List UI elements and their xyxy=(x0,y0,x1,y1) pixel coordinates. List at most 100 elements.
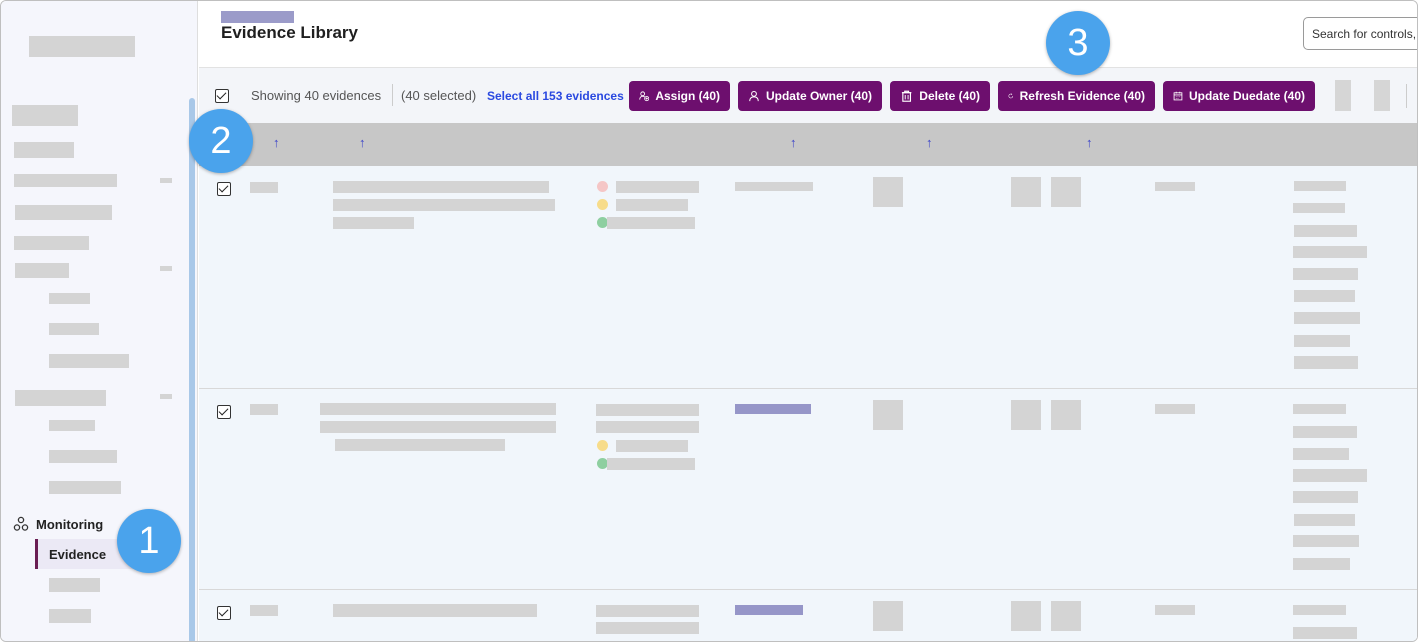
cell-placeholder xyxy=(1293,627,1357,639)
cell-placeholder xyxy=(616,199,688,211)
avatar[interactable] xyxy=(1011,177,1041,207)
breadcrumb[interactable] xyxy=(221,11,294,23)
sidebar-item-label: Evidence xyxy=(49,546,107,562)
divider xyxy=(1406,84,1407,108)
delete-button-label: Delete (40) xyxy=(919,89,980,103)
sidebar-subitem[interactable] xyxy=(49,450,117,463)
sidebar-subitem[interactable] xyxy=(49,420,95,431)
status-dot xyxy=(597,440,608,451)
update-duedate-button[interactable]: Update Duedate (40) xyxy=(1163,81,1315,111)
chevron-icon[interactable] xyxy=(160,178,172,183)
cell-placeholder xyxy=(1294,312,1360,324)
cell-placeholder xyxy=(250,182,278,193)
chevron-icon[interactable] xyxy=(160,394,172,399)
sidebar-subitem[interactable] xyxy=(49,354,129,368)
sidebar-item[interactable] xyxy=(15,390,106,406)
cell-placeholder xyxy=(596,404,699,416)
sidebar-subitem[interactable] xyxy=(49,609,91,623)
sort-arrow-icon[interactable]: ↑ xyxy=(926,135,933,150)
calendar-icon xyxy=(1173,91,1183,101)
trash-icon xyxy=(901,90,912,102)
sidebar-item[interactable] xyxy=(15,205,112,220)
cell-placeholder xyxy=(1294,335,1350,347)
search-input[interactable]: Search for controls, xyxy=(1303,17,1417,50)
cell-placeholder xyxy=(1294,356,1358,369)
sidebar-section-monitoring[interactable]: Monitoring xyxy=(13,516,103,532)
cell-placeholder xyxy=(320,421,556,433)
user-icon xyxy=(749,90,759,102)
cell-placeholder xyxy=(1293,535,1359,547)
cell-placeholder xyxy=(250,404,278,415)
cell-placeholder xyxy=(735,182,813,191)
update-owner-button-label: Update Owner (40) xyxy=(765,89,872,103)
cell-placeholder xyxy=(320,403,556,415)
update-owner-button[interactable]: Update Owner (40) xyxy=(738,81,882,111)
logo-placeholder xyxy=(29,36,135,57)
avatar[interactable] xyxy=(873,601,903,631)
sort-arrow-icon[interactable]: ↑ xyxy=(273,135,280,150)
sidebar-subitem[interactable] xyxy=(49,578,100,592)
cell-placeholder xyxy=(1293,203,1345,213)
cell-placeholder xyxy=(1294,514,1355,526)
chevron-icon[interactable] xyxy=(160,266,172,271)
table-header: ↑ ↑ ↑ ↑ ↑ xyxy=(199,123,1417,166)
sidebar-subitem[interactable] xyxy=(49,293,90,304)
table-row[interactable] xyxy=(199,590,1417,641)
sidebar-item[interactable] xyxy=(15,263,69,278)
app-window: Monitoring Evidence Evidence Library Sea… xyxy=(0,0,1418,642)
sidebar-subitem[interactable] xyxy=(49,323,99,335)
toolbar-control[interactable] xyxy=(1335,80,1351,111)
row-checkbox[interactable] xyxy=(217,182,231,196)
avatar[interactable] xyxy=(1051,400,1081,430)
sidebar-section-label: Monitoring xyxy=(36,516,104,532)
main-content: Evidence Library Search for controls, Sh… xyxy=(199,1,1417,641)
table-row[interactable] xyxy=(199,166,1417,389)
cell-placeholder xyxy=(333,217,414,229)
row-checkbox[interactable] xyxy=(217,606,231,620)
cell-placeholder xyxy=(333,181,549,193)
cell-placeholder xyxy=(333,604,537,617)
status-dot xyxy=(597,199,608,210)
avatar[interactable] xyxy=(1011,601,1041,631)
toolbar-control[interactable] xyxy=(1374,80,1390,111)
divider xyxy=(392,84,393,106)
cell-placeholder xyxy=(1294,181,1346,191)
cell-placeholder xyxy=(1293,558,1350,570)
cell-placeholder xyxy=(596,622,699,634)
avatar[interactable] xyxy=(1051,601,1081,631)
monitoring-icon xyxy=(13,516,29,531)
page-title: Evidence Library xyxy=(221,23,359,42)
select-all-checkbox[interactable] xyxy=(215,89,229,103)
table-row[interactable] xyxy=(199,389,1417,590)
sidebar-subitem[interactable] xyxy=(49,481,121,494)
avatar[interactable] xyxy=(873,400,903,430)
cell-placeholder xyxy=(607,217,695,229)
assign-button[interactable]: Assign (40) xyxy=(629,81,730,111)
sidebar-scrollbar[interactable] xyxy=(189,98,195,641)
sort-arrow-icon[interactable]: ↑ xyxy=(790,135,797,150)
cell-placeholder xyxy=(607,458,695,470)
cell-placeholder xyxy=(616,440,688,452)
avatar[interactable] xyxy=(873,177,903,207)
sidebar-item[interactable] xyxy=(14,236,89,250)
cell-placeholder xyxy=(1293,404,1346,414)
avatar[interactable] xyxy=(1051,177,1081,207)
delete-button[interactable]: Delete (40) xyxy=(890,81,990,111)
sidebar-item[interactable] xyxy=(14,174,117,187)
cell-placeholder xyxy=(335,439,505,451)
avatar[interactable] xyxy=(1011,400,1041,430)
cell-placeholder xyxy=(333,199,555,211)
sidebar-item[interactable] xyxy=(12,105,78,126)
callout-badge-1: 1 xyxy=(117,509,181,573)
sort-arrow-icon[interactable]: ↑ xyxy=(359,135,366,150)
sort-arrow-icon[interactable]: ↑ xyxy=(1086,135,1093,150)
cell-placeholder xyxy=(1294,290,1355,302)
cell-placeholder xyxy=(616,181,699,193)
select-all-link[interactable]: Select all 153 evidences xyxy=(487,89,624,103)
cell-placeholder xyxy=(1155,182,1195,191)
refresh-evidence-button[interactable]: Refresh Evidence (40) xyxy=(998,81,1155,111)
showing-count: Showing 40 evidences xyxy=(251,88,382,103)
sidebar-item[interactable] xyxy=(14,142,74,158)
status-tag xyxy=(735,404,811,414)
row-checkbox[interactable] xyxy=(217,405,231,419)
